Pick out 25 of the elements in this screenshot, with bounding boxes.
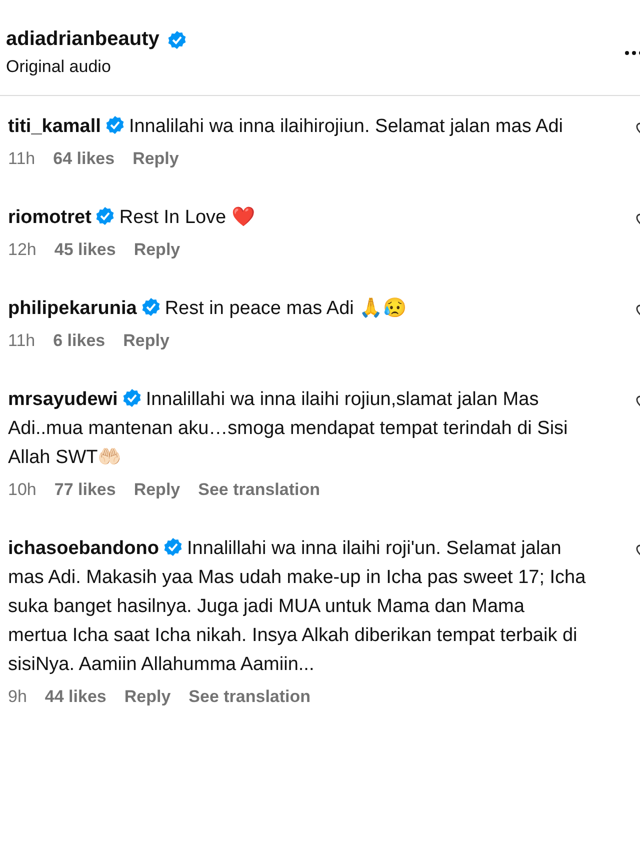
comment-text: philipekarunia Rest in peace mas Adi 🙏😥 xyxy=(8,296,408,321)
reply-link[interactable]: Reply xyxy=(134,480,180,500)
likes-count[interactable]: 64 likes xyxy=(53,149,115,169)
reply-link[interactable]: Reply xyxy=(124,687,171,707)
reply-link[interactable]: Reply xyxy=(134,240,180,260)
comment-time: 9h xyxy=(8,687,27,707)
comment-text: riomotret Rest In Love ❤ xyxy=(8,205,256,230)
comment-text: titi_kamall Innalilahi wa inna ilaihirojiun. Selamat jalan mas Adi xyxy=(8,114,564,139)
comment-time: 11h xyxy=(8,331,36,351)
comment-text: ichasoebandono Innalillahi wa inna ilaihi roji'un. Selamat jalan mas Adi. Makasih yaa Mas udah make-up in Icha pas sweet 17; Icha suka banget hasilnya. Juga jadi MUA untuk Mama dan Mama mertua Icha saat Icha nikah. Insya Alkah diberikan tempat terbaik di sisiNya. Aamiin Allahumma Aamiin... xyxy=(8,536,587,677)
translation-link[interactable]: See translation xyxy=(198,480,320,500)
likes-count[interactable]: 6 likes xyxy=(53,331,106,351)
more-options-icon[interactable] xyxy=(624,50,640,56)
account-name[interactable]: adiadrianbeauty xyxy=(6,28,160,51)
likes-count[interactable]: 77 likes xyxy=(54,480,116,500)
comment-time: 11h xyxy=(8,149,36,169)
comment-time: 12h xyxy=(8,240,36,260)
likes-count[interactable]: 45 likes xyxy=(54,240,116,260)
translation-link[interactable]: See translation xyxy=(188,687,311,707)
comment-text: mrsayudewi Innalillahi wa inna ilaihi rojiun,slamat jalan Mas Adi..mua mantenan aku…smoga mendapat tempat terindah di Sisi Allah SWT🤲🏻 xyxy=(8,387,569,470)
reply-link[interactable]: Reply xyxy=(123,331,170,351)
audio-label[interactable]: Original audio xyxy=(6,57,192,77)
reply-link[interactable]: Reply xyxy=(132,149,179,169)
likes-count[interactable]: 44 likes xyxy=(44,687,106,707)
comment-time: 10h xyxy=(8,480,36,500)
